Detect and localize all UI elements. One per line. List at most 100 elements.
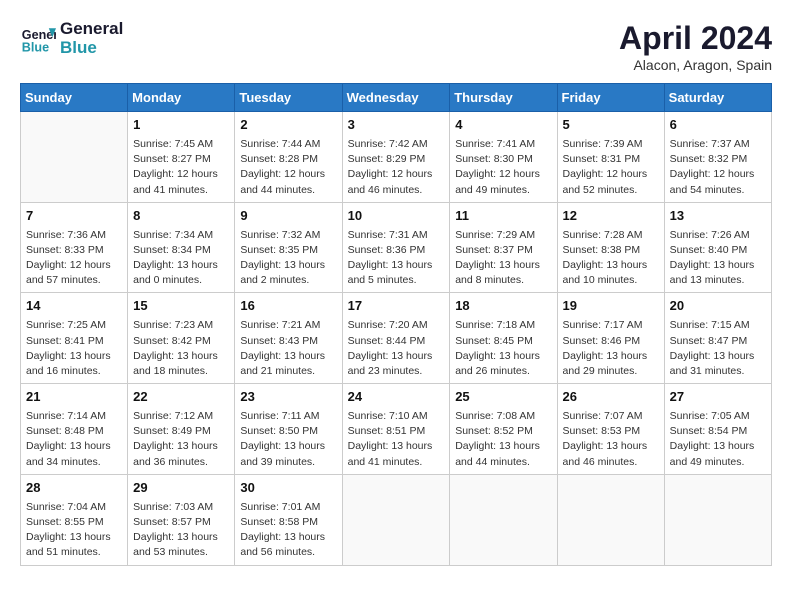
day-info: Sunrise: 7:31 AM Sunset: 8:36 PM Dayligh…: [348, 228, 445, 289]
day-number: 21: [26, 388, 122, 407]
calendar-cell: 27Sunrise: 7:05 AM Sunset: 8:54 PM Dayli…: [664, 384, 771, 475]
calendar-cell: [21, 112, 128, 203]
day-info: Sunrise: 7:10 AM Sunset: 8:51 PM Dayligh…: [348, 409, 445, 470]
calendar-cell: 19 Sunrise: 7:17 AM Sunset: 8:46 PM Dayli…: [557, 293, 664, 384]
day-info: Sunrise: 7:39 AM Sunset: 8:31 PM Dayligh…: [563, 137, 659, 198]
calendar-cell: 1 Sunrise: 7:45 AM Sunset: 8:27 PM Daylig…: [128, 112, 235, 203]
day-number: 26: [563, 388, 659, 407]
day-number: 30: [240, 479, 336, 498]
day-info: Sunrise: 7:15 AM Sunset: 8:47 PM Dayligh…: [670, 318, 766, 379]
calendar-cell: 20 Sunrise: 7:15 AM Sunset: 8:47 PM Dayli…: [664, 293, 771, 384]
day-number: 19: [563, 297, 659, 316]
day-number: 27: [670, 388, 766, 407]
day-info: Sunrise: 7:12 AM Sunset: 8:49 PM Dayligh…: [133, 409, 229, 470]
day-info: Sunrise: 7:11 AM Sunset: 8:50 PM Dayligh…: [240, 409, 336, 470]
calendar-cell: [450, 474, 557, 565]
day-number: 9: [240, 207, 336, 226]
day-number: 18: [455, 297, 551, 316]
day-info: Sunrise: 7:03 AM Sunset: 8:57 PM Dayligh…: [133, 500, 229, 561]
calendar-cell: 15 Sunrise: 7:23 AM Sunset: 8:42 PM Dayli…: [128, 293, 235, 384]
weekday-header-row: SundayMondayTuesdayWednesdayThursdayFrid…: [21, 84, 772, 112]
calendar-cell: 24 Sunrise: 7:10 AM Sunset: 8:51 PM Dayli…: [342, 384, 450, 475]
day-number: 15: [133, 297, 229, 316]
day-number: 3: [348, 116, 445, 135]
day-number: 1: [133, 116, 229, 135]
calendar-cell: 25 Sunrise: 7:08 AM Sunset: 8:52 PM Dayli…: [450, 384, 557, 475]
day-number: 17: [348, 297, 445, 316]
day-info: Sunrise: 7:25 AM Sunset: 8:41 PM Dayligh…: [26, 318, 122, 379]
logo-icon: General Blue: [20, 21, 56, 57]
day-number: 13: [670, 207, 766, 226]
calendar-cell: 28 Sunrise: 7:04 AM Sunset: 8:55 PM Dayli…: [21, 474, 128, 565]
calendar-cell: 12 Sunrise: 7:28 AM Sunset: 8:38 PM Dayli…: [557, 202, 664, 293]
calendar-cell: 11Sunrise: 7:29 AM Sunset: 8:37 PM Dayli…: [450, 202, 557, 293]
calendar-table: SundayMondayTuesdayWednesdayThursdayFrid…: [20, 83, 772, 566]
day-number: 2: [240, 116, 336, 135]
calendar-cell: [664, 474, 771, 565]
day-info: Sunrise: 7:42 AM Sunset: 8:29 PM Dayligh…: [348, 137, 445, 198]
calendar-cell: 22 Sunrise: 7:12 AM Sunset: 8:49 PM Dayli…: [128, 384, 235, 475]
weekday-header: Friday: [557, 84, 664, 112]
calendar-row: 21 Sunrise: 7:14 AM Sunset: 8:48 PM Dayli…: [21, 384, 772, 475]
day-info: Sunrise: 7:21 AM Sunset: 8:43 PM Dayligh…: [240, 318, 336, 379]
day-number: 6: [670, 116, 766, 135]
calendar-cell: 30 Sunrise: 7:01 AM Sunset: 8:58 PM Dayli…: [235, 474, 342, 565]
day-number: 5: [563, 116, 659, 135]
day-info: Sunrise: 7:08 AM Sunset: 8:52 PM Dayligh…: [455, 409, 551, 470]
calendar-cell: 17 Sunrise: 7:20 AM Sunset: 8:44 PM Dayli…: [342, 293, 450, 384]
day-number: 8: [133, 207, 229, 226]
day-number: 23: [240, 388, 336, 407]
day-info: Sunrise: 7:17 AM Sunset: 8:46 PM Dayligh…: [563, 318, 659, 379]
day-number: 24: [348, 388, 445, 407]
calendar-row: 14 Sunrise: 7:25 AM Sunset: 8:41 PM Dayli…: [21, 293, 772, 384]
month-title: April 2024: [619, 20, 772, 57]
calendar-cell: [557, 474, 664, 565]
calendar-cell: 21 Sunrise: 7:14 AM Sunset: 8:48 PM Dayli…: [21, 384, 128, 475]
day-info: Sunrise: 7:28 AM Sunset: 8:38 PM Dayligh…: [563, 228, 659, 289]
day-info: Sunrise: 7:01 AM Sunset: 8:58 PM Dayligh…: [240, 500, 336, 561]
day-info: Sunrise: 7:36 AM Sunset: 8:33 PM Dayligh…: [26, 228, 122, 289]
day-number: 10: [348, 207, 445, 226]
day-info: Sunrise: 7:29 AM Sunset: 8:37 PM Dayligh…: [455, 228, 551, 289]
weekday-header: Tuesday: [235, 84, 342, 112]
logo: General Blue General Blue: [20, 20, 123, 57]
day-number: 7: [26, 207, 122, 226]
weekday-header: Monday: [128, 84, 235, 112]
day-number: 12: [563, 207, 659, 226]
day-info: Sunrise: 7:41 AM Sunset: 8:30 PM Dayligh…: [455, 137, 551, 198]
day-info: Sunrise: 7:37 AM Sunset: 8:32 PM Dayligh…: [670, 137, 766, 198]
page-header: General Blue General Blue April 2024 Ala…: [20, 20, 772, 73]
day-info: Sunrise: 7:14 AM Sunset: 8:48 PM Dayligh…: [26, 409, 122, 470]
calendar-cell: 3 Sunrise: 7:42 AM Sunset: 8:29 PM Daylig…: [342, 112, 450, 203]
day-number: 25: [455, 388, 551, 407]
day-info: Sunrise: 7:07 AM Sunset: 8:53 PM Dayligh…: [563, 409, 659, 470]
day-number: 20: [670, 297, 766, 316]
calendar-cell: 5 Sunrise: 7:39 AM Sunset: 8:31 PM Daylig…: [557, 112, 664, 203]
calendar-row: 7 Sunrise: 7:36 AM Sunset: 8:33 PM Daylig…: [21, 202, 772, 293]
day-info: Sunrise: 7:04 AM Sunset: 8:55 PM Dayligh…: [26, 500, 122, 561]
calendar-cell: 10 Sunrise: 7:31 AM Sunset: 8:36 PM Dayli…: [342, 202, 450, 293]
calendar-cell: 2Sunrise: 7:44 AM Sunset: 8:28 PM Daylig…: [235, 112, 342, 203]
day-number: 4: [455, 116, 551, 135]
day-number: 22: [133, 388, 229, 407]
day-number: 28: [26, 479, 122, 498]
day-info: Sunrise: 7:18 AM Sunset: 8:45 PM Dayligh…: [455, 318, 551, 379]
day-number: 29: [133, 479, 229, 498]
calendar-cell: 14 Sunrise: 7:25 AM Sunset: 8:41 PM Dayli…: [21, 293, 128, 384]
weekday-header: Sunday: [21, 84, 128, 112]
calendar-cell: [342, 474, 450, 565]
weekday-header: Thursday: [450, 84, 557, 112]
calendar-cell: 13Sunrise: 7:26 AM Sunset: 8:40 PM Dayli…: [664, 202, 771, 293]
svg-text:Blue: Blue: [22, 40, 49, 54]
day-info: Sunrise: 7:23 AM Sunset: 8:42 PM Dayligh…: [133, 318, 229, 379]
calendar-cell: 26 Sunrise: 7:07 AM Sunset: 8:53 PM Dayli…: [557, 384, 664, 475]
logo-line1: General: [60, 20, 123, 39]
title-block: April 2024 Alacon, Aragon, Spain: [619, 20, 772, 73]
day-number: 14: [26, 297, 122, 316]
day-info: Sunrise: 7:34 AM Sunset: 8:34 PM Dayligh…: [133, 228, 229, 289]
day-info: Sunrise: 7:20 AM Sunset: 8:44 PM Dayligh…: [348, 318, 445, 379]
day-info: Sunrise: 7:45 AM Sunset: 8:27 PM Dayligh…: [133, 137, 229, 198]
calendar-cell: 23 Sunrise: 7:11 AM Sunset: 8:50 PM Dayli…: [235, 384, 342, 475]
calendar-cell: 29 Sunrise: 7:03 AM Sunset: 8:57 PM Dayli…: [128, 474, 235, 565]
calendar-cell: 16Sunrise: 7:21 AM Sunset: 8:43 PM Dayli…: [235, 293, 342, 384]
